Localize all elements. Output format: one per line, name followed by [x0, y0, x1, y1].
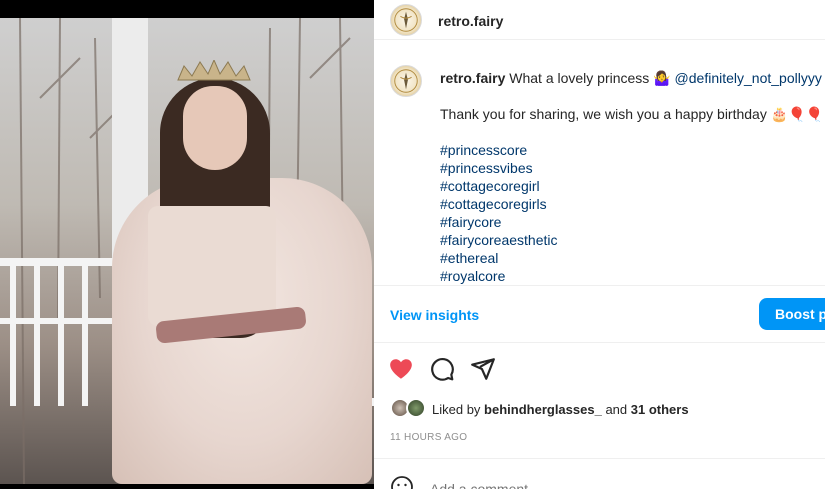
face [183, 86, 247, 170]
likes-text: Liked by behindherglasses_ and 31 others [432, 402, 689, 417]
comment-icon[interactable] [429, 356, 455, 382]
post-sidebar: retro.fairy retro.fairy What a lovely pr… [374, 0, 825, 489]
likes-middle: and [601, 402, 631, 417]
railing-spindle [10, 266, 16, 406]
instagram-post: retro.fairy retro.fairy What a lovely pr… [0, 0, 825, 489]
railing-spindle [58, 266, 64, 406]
caption-avatar[interactable] [390, 65, 422, 97]
smiley-icon[interactable] [390, 475, 414, 489]
hashtag[interactable]: #princessvibes [440, 159, 533, 177]
caption-mention[interactable]: @definitely_not_pollyyy [675, 70, 822, 86]
liker-avatar[interactable] [406, 398, 426, 418]
caption-username[interactable]: retro.fairy [440, 70, 505, 86]
bodice [148, 206, 276, 326]
comment-row [374, 458, 825, 489]
post-header: retro.fairy [374, 0, 825, 40]
header-username[interactable]: retro.fairy [438, 13, 503, 29]
hashtag[interactable]: #cottagecoregirls [440, 195, 547, 213]
railing-spindle [82, 266, 88, 406]
post-image[interactable] [0, 0, 374, 489]
hashtag[interactable]: #royalcore [440, 267, 505, 285]
post-photo [0, 18, 374, 484]
likes-prefix: Liked by [432, 402, 485, 417]
hashtag[interactable]: #cottagecoregirl [440, 177, 540, 195]
railing-spindle [34, 266, 40, 406]
crown-icon [177, 60, 251, 81]
hashtag[interactable]: #fairycore [440, 213, 501, 231]
fairy-logo-icon [394, 8, 418, 32]
comment-input[interactable] [430, 481, 730, 489]
account-avatar[interactable] [390, 4, 422, 36]
hashtag[interactable]: #princesscore [440, 141, 527, 159]
hashtag[interactable]: #fairycoreaesthetic [440, 231, 558, 249]
view-insights-link[interactable]: View insights [390, 307, 479, 323]
liker-username[interactable]: behindherglasses_ [484, 402, 602, 417]
caption-text: What a lovely princess 🤷‍♀️ [509, 70, 671, 86]
boost-post-button[interactable]: Boost post [759, 298, 825, 330]
caption-first-line: retro.fairy What a lovely princess 🤷‍♀️ … [440, 69, 822, 87]
caption-section: retro.fairy What a lovely princess 🤷‍♀️ … [374, 41, 825, 286]
share-icon[interactable] [470, 356, 496, 382]
post-timestamp[interactable]: 11 HOURS AGO [390, 432, 467, 443]
fairy-logo-icon [394, 69, 418, 93]
insights-row: View insights Boost post [374, 287, 825, 343]
heart-filled-icon[interactable] [388, 356, 414, 382]
porch-railing [0, 258, 120, 266]
likes-others[interactable]: 31 others [631, 402, 689, 417]
caption-thanks: Thank you for sharing, we wish you a hap… [440, 106, 824, 122]
hashtag[interactable]: #ethereal [440, 249, 498, 267]
action-bar [374, 352, 825, 386]
